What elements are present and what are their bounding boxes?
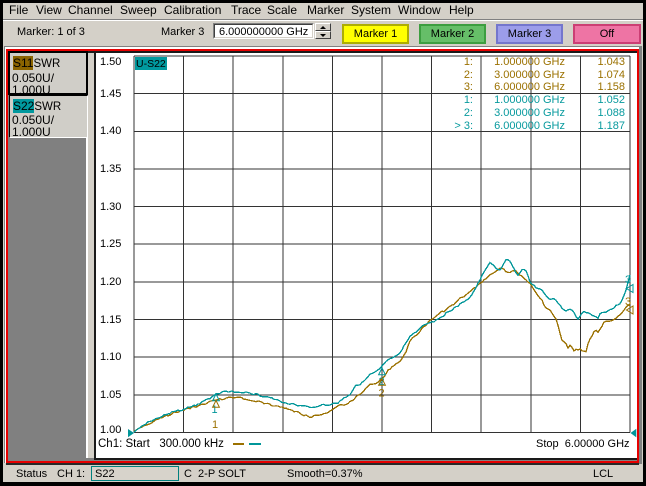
svg-text:2: 2 [378, 388, 384, 400]
svg-text:1: 1 [211, 404, 217, 416]
svg-text:1: 1 [212, 419, 218, 431]
svg-text:3: 3 [625, 274, 631, 286]
svg-text:3: 3 [625, 296, 631, 308]
